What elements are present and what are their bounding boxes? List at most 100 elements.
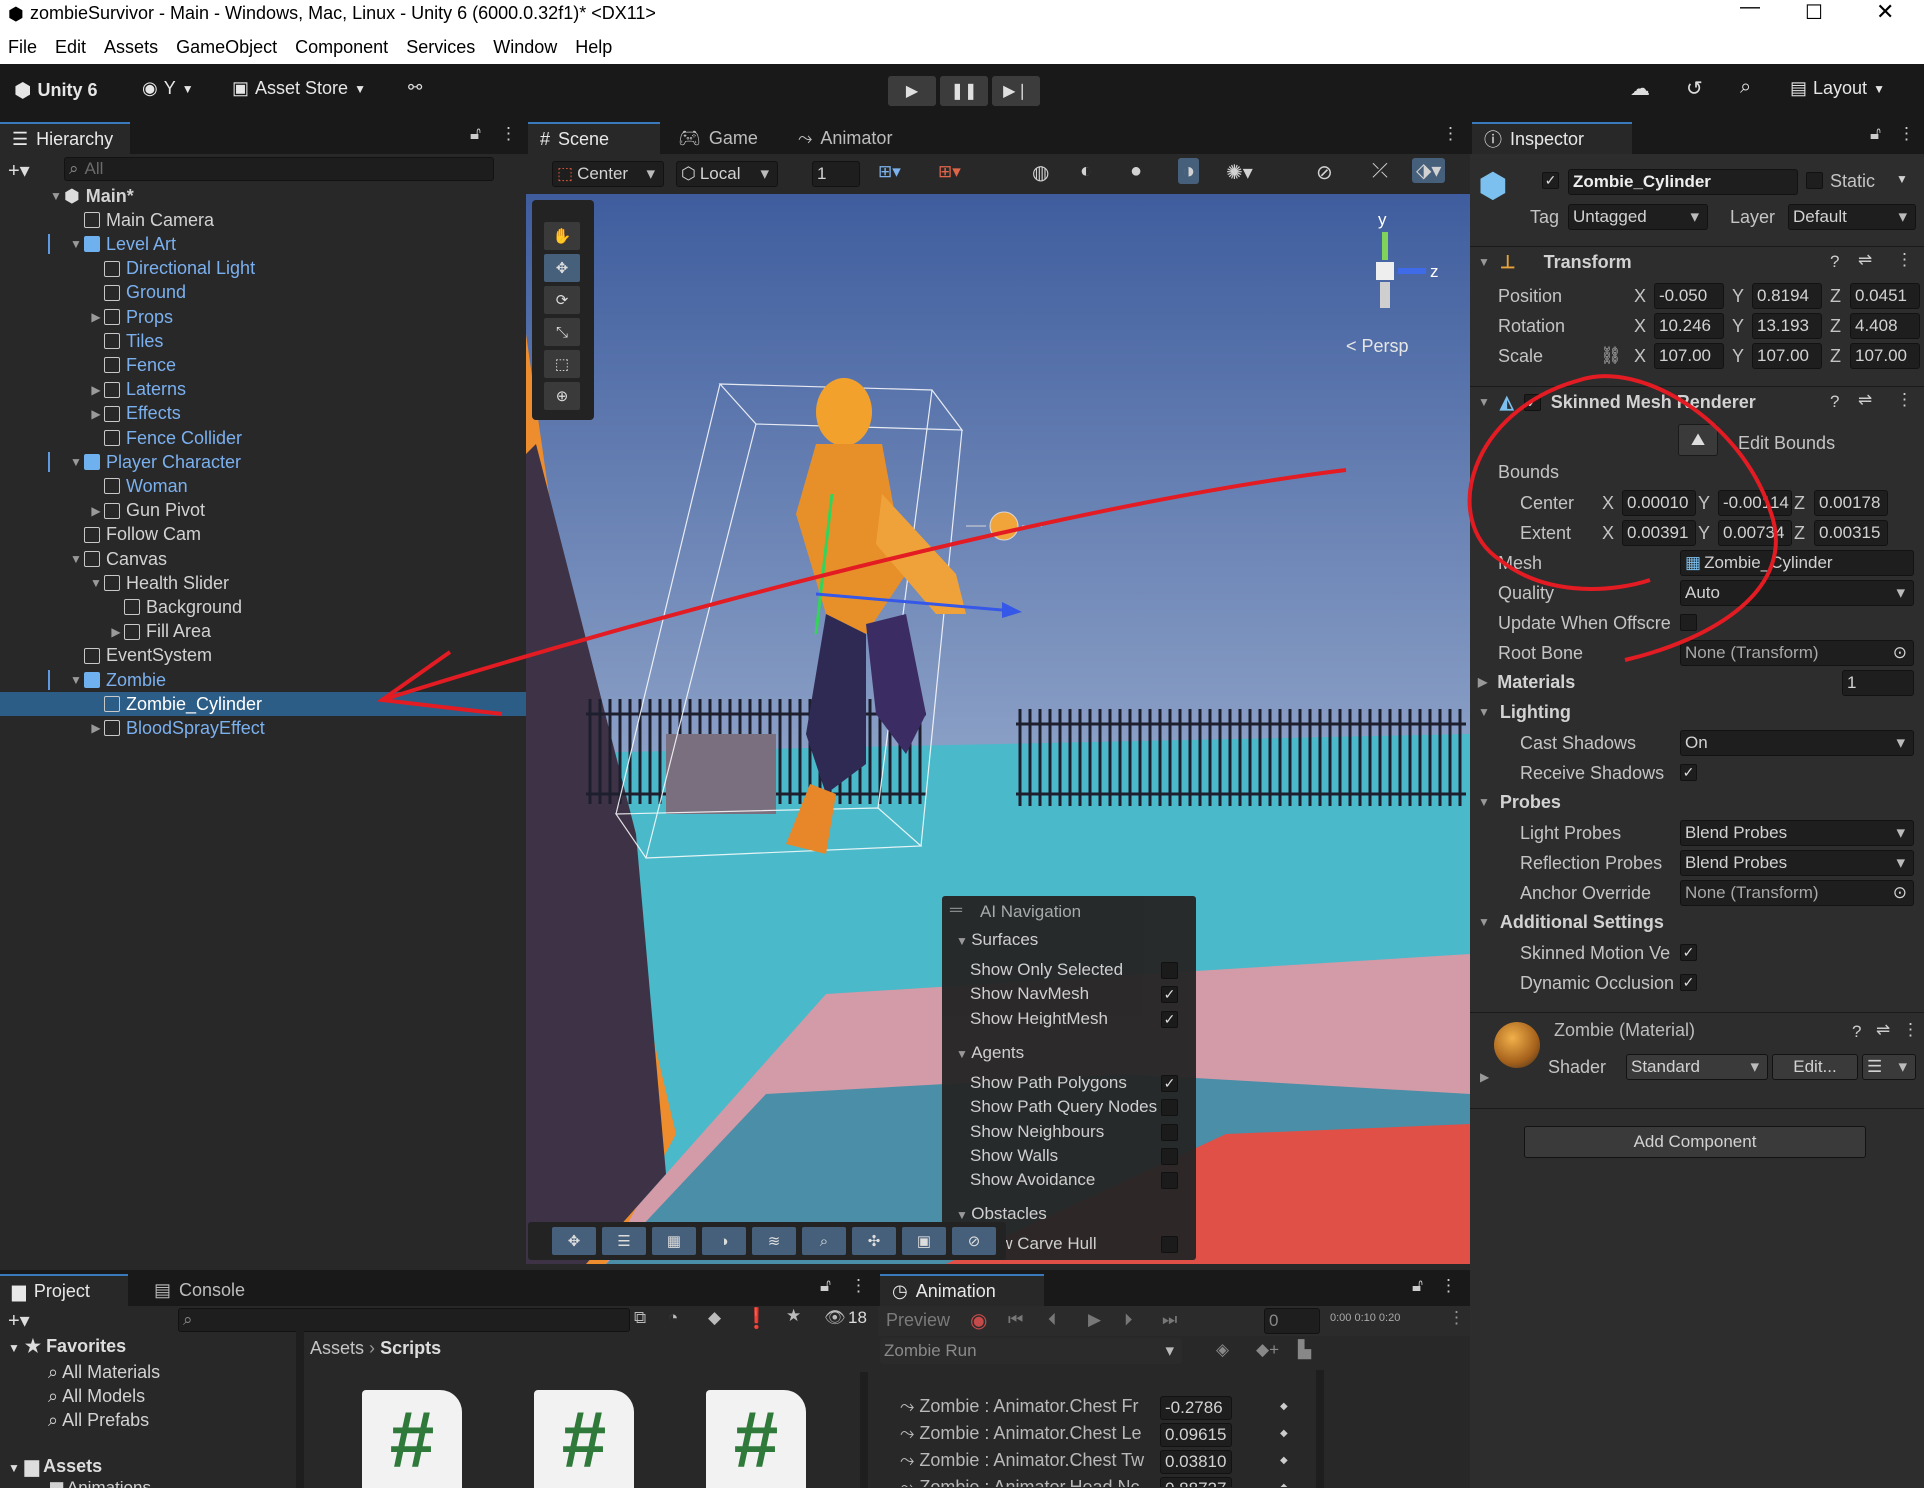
- object-picker-icon[interactable]: ⊙: [1893, 883, 1907, 903]
- foldout-collapsed-icon[interactable]: ▶: [88, 310, 104, 324]
- axis-label-x[interactable]: X: [1634, 286, 1646, 307]
- lock-icon[interactable]: 🔓︎: [1870, 124, 1881, 144]
- gizmo-z-axis[interactable]: [1398, 268, 1426, 274]
- animation-property-row[interactable]: ⤳ Zombie : Animator.Chest Tw 0.03810 ◆: [900, 1450, 1300, 1474]
- overlay-search-icon[interactable]: ⌕: [802, 1227, 846, 1255]
- vector-field-z[interactable]: 0.00178: [1814, 490, 1888, 516]
- hierarchy-row[interactable]: Directional Light: [0, 257, 526, 281]
- axis-label-x[interactable]: X: [1634, 346, 1646, 367]
- hierarchy-row[interactable]: ▶ BloodSprayEffect: [0, 716, 526, 740]
- axis-label-z[interactable]: Z: [1794, 523, 1805, 544]
- axis-label-z[interactable]: Z: [1830, 316, 1841, 337]
- axis-label-y[interactable]: Y: [1698, 523, 1710, 544]
- active-checkbox[interactable]: ✓: [1542, 172, 1559, 189]
- axis-label-z[interactable]: Z: [1830, 346, 1841, 367]
- vector-field-x[interactable]: 0.00010: [1622, 490, 1696, 516]
- shading-toggle-icon[interactable]: ◑: [1178, 158, 1200, 184]
- vector-field-y[interactable]: 0.8194: [1752, 283, 1822, 309]
- overlay-layers-icon[interactable]: ≋: [752, 1227, 796, 1255]
- hierarchy-row[interactable]: Zombie_Cylinder: [0, 692, 526, 717]
- grid-size-input[interactable]: 1: [812, 161, 860, 187]
- ai-nav-option[interactable]: Show NavMesh ✓: [970, 984, 1178, 1006]
- menu-file[interactable]: File: [8, 37, 37, 58]
- ai-nav-option[interactable]: Show Path Query Nodes: [970, 1097, 1178, 1119]
- animation-property-row[interactable]: ⤳ Zombie : Animator.Chest Fr -0.2786 ◆: [900, 1396, 1300, 1420]
- more-icon[interactable]: ⋮: [1448, 1308, 1465, 1328]
- smr-header[interactable]: ▼ ◭ ✓ Skinned Mesh Renderer: [1478, 388, 1843, 416]
- move-tool-icon[interactable]: ✥: [544, 254, 580, 282]
- hierarchy-row[interactable]: Woman: [0, 474, 526, 498]
- script-asset-icon[interactable]: #: [534, 1390, 634, 1488]
- overlay-camera-icon[interactable]: ▣: [902, 1227, 946, 1255]
- ai-nav-option-checkbox[interactable]: ✓: [1161, 986, 1178, 1004]
- create-button[interactable]: +▾: [8, 158, 30, 183]
- foldout-collapsed-icon[interactable]: ▶: [88, 721, 104, 735]
- favorite-item[interactable]: ⌕ All Materials: [48, 1360, 160, 1384]
- ai-nav-option[interactable]: Show Path Polygons ✓: [970, 1073, 1178, 1095]
- ai-nav-option[interactable]: Show Walls: [970, 1146, 1178, 1168]
- lighting-foldout[interactable]: ▼ Lighting: [1478, 698, 1843, 726]
- probes-foldout[interactable]: ▼ Probes: [1478, 788, 1843, 816]
- 2d-toggle-icon[interactable]: ◐: [1080, 160, 1092, 183]
- cloud-icon[interactable]: ☁: [1630, 76, 1650, 101]
- ai-nav-option-checkbox[interactable]: [1161, 1172, 1178, 1190]
- component-menu-icon[interactable]: ⋮: [1902, 1020, 1919, 1040]
- timeline-ruler[interactable]: 0:00 0:10 0:20: [1330, 1312, 1426, 1324]
- menu-services[interactable]: Services: [406, 37, 475, 58]
- object-picker-icon[interactable]: ⊙: [1893, 643, 1907, 663]
- tab-scene[interactable]: # Scene: [528, 122, 660, 154]
- presets-icon[interactable]: ⇌: [1858, 250, 1872, 270]
- vector-field-x[interactable]: -0.050: [1654, 283, 1724, 309]
- audio-mute-icon[interactable]: ⤫: [1372, 160, 1388, 183]
- axis-label-x[interactable]: X: [1602, 493, 1614, 514]
- add-event-icon[interactable]: ◆+: [1256, 1340, 1279, 1360]
- hierarchy-row[interactable]: Follow Cam: [0, 523, 526, 547]
- additional-settings-foldout[interactable]: ▼ Additional Settings: [1478, 908, 1843, 936]
- overlay-compass-icon[interactable]: ⊘: [952, 1227, 996, 1255]
- overlay-move-icon[interactable]: ✥: [552, 1227, 596, 1255]
- script-asset-icon[interactable]: #: [362, 1390, 462, 1488]
- materials-foldout[interactable]: ▶ Materials: [1478, 668, 1843, 696]
- reflection-probes-dropdown[interactable]: Blend Probes: [1680, 850, 1914, 876]
- add-keyframe-icon[interactable]: ◈: [1216, 1340, 1229, 1360]
- drag-handle-icon[interactable]: ═: [950, 900, 962, 920]
- rect-tool-icon[interactable]: ⬚: [544, 350, 580, 378]
- hierarchy-row[interactable]: Ground: [0, 281, 526, 305]
- version-control-icon[interactable]: ⚯: [408, 78, 422, 98]
- axis-label-x[interactable]: X: [1602, 523, 1614, 544]
- animation-property-row[interactable]: ⤳ Zombie : Animator.Head Nc 0.88727 ◆: [900, 1477, 1300, 1487]
- hierarchy-row[interactable]: Background: [0, 595, 526, 619]
- space-dropdown[interactable]: ⬡ Local: [676, 161, 778, 187]
- animation-property-value[interactable]: 0.09615: [1160, 1423, 1232, 1447]
- component-menu-icon[interactable]: ⋮: [1896, 390, 1913, 410]
- tab-hierarchy[interactable]: ☰ Hierarchy: [0, 122, 130, 154]
- frame-input[interactable]: 0: [1264, 1308, 1320, 1334]
- lock-icon[interactable]: 🔓︎: [470, 124, 481, 144]
- vector-field-x[interactable]: 0.00391: [1622, 520, 1696, 546]
- ai-nav-option-checkbox[interactable]: [1161, 1236, 1178, 1254]
- maximize-icon[interactable]: ☐: [1805, 0, 1823, 25]
- hierarchy-row[interactable]: ▼ Zombie: [0, 668, 526, 692]
- play-button[interactable]: ▶: [888, 76, 936, 106]
- materials-count-field[interactable]: 1: [1842, 670, 1914, 696]
- overlay-shading-icon[interactable]: ◑: [702, 1227, 746, 1255]
- hierarchy-row[interactable]: ▼ Canvas: [0, 547, 526, 571]
- help-icon[interactable]: ?: [1830, 392, 1839, 412]
- warning-filter-icon[interactable]: ❗: [744, 1306, 769, 1331]
- history-icon[interactable]: ↺: [1686, 76, 1703, 101]
- hierarchy-row[interactable]: ▼ Player Character: [0, 450, 526, 474]
- foldout-expanded-icon[interactable]: ▼: [68, 455, 84, 469]
- ai-nav-option[interactable]: Show Avoidance: [970, 1170, 1178, 1192]
- asset-store-button[interactable]: ▣ Asset Store ▼: [232, 78, 366, 99]
- menu-gameobject[interactable]: GameObject: [176, 37, 277, 58]
- constrain-proportions-icon[interactable]: ⛓: [1600, 346, 1622, 366]
- hierarchy-row[interactable]: ▶ Laterns: [0, 378, 526, 402]
- vector-field-x[interactable]: 10.246: [1654, 313, 1724, 339]
- hidden-packages-icon[interactable]: 👁︎: [824, 1308, 846, 1328]
- event-marker-icon[interactable]: ▙: [1298, 1340, 1311, 1360]
- axis-label-y[interactable]: Y: [1698, 493, 1710, 514]
- vector-field-y[interactable]: 0.00734: [1718, 520, 1792, 546]
- grid-snap-icon[interactable]: ⊞▾: [878, 162, 901, 182]
- preview-toggle[interactable]: Preview: [886, 1310, 950, 1331]
- animation-property-value[interactable]: -0.2786: [1160, 1396, 1232, 1420]
